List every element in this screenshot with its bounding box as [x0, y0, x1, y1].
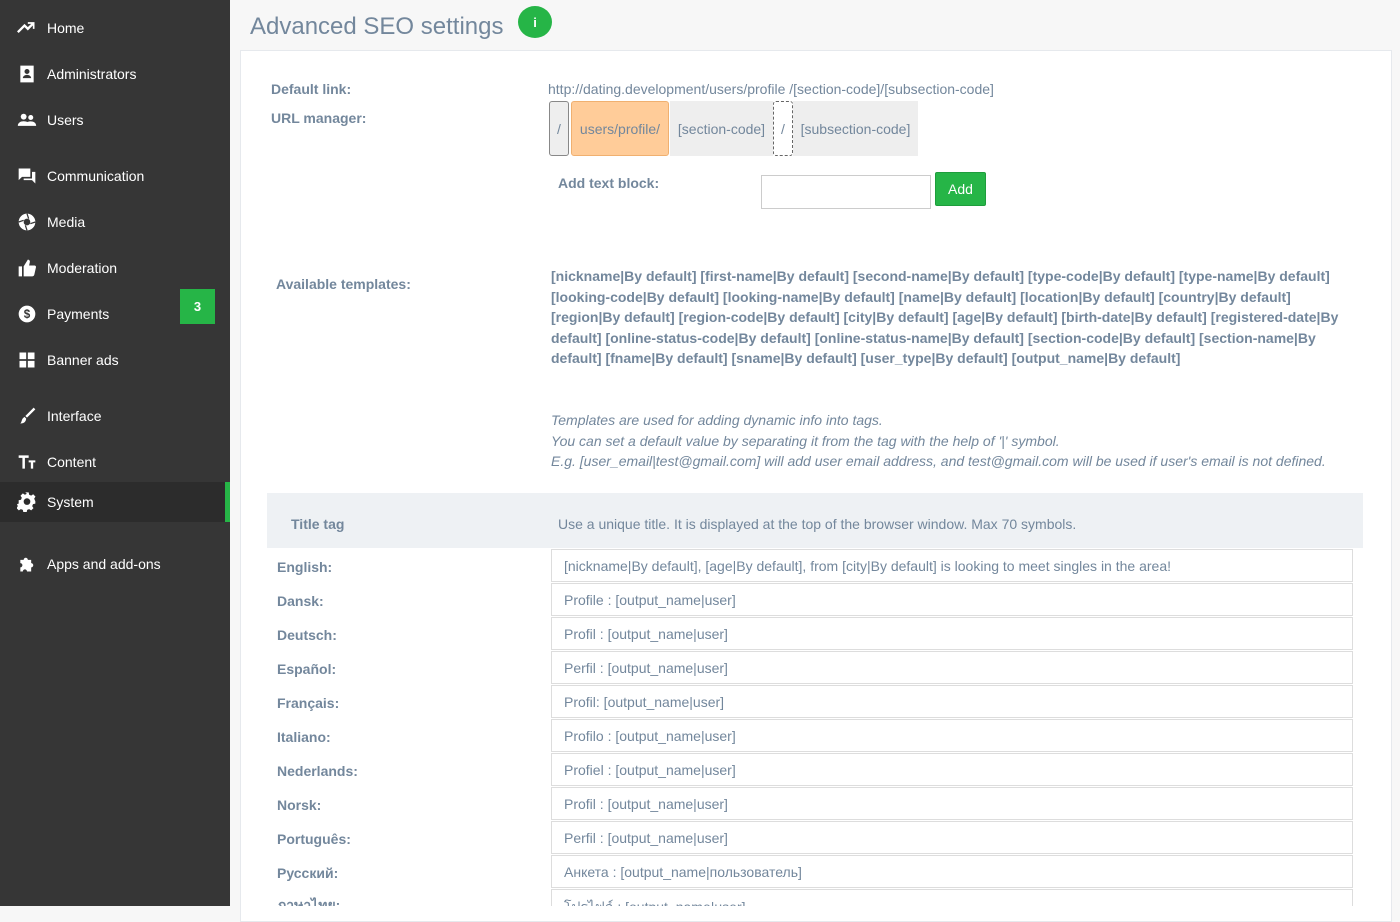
sidebar-item-label: Interface: [47, 408, 102, 424]
url-block-slash[interactable]: /: [549, 101, 569, 156]
lang-label-norsk: Norsk:: [277, 797, 322, 813]
sidebar-item-label: Home: [47, 20, 85, 36]
svg-text:$: $: [24, 308, 31, 321]
lang-label-russian: Русский:: [277, 865, 339, 881]
sidebar-item-system[interactable]: System: [0, 482, 230, 522]
add-text-block-input[interactable]: [761, 175, 931, 209]
title-input-russian[interactable]: Анкета : [output_name|пользователь]: [551, 855, 1353, 888]
sidebar-item-administrators[interactable]: Administrators: [0, 54, 230, 94]
lang-label-english: English:: [277, 559, 333, 575]
sidebar-item-label: Media: [47, 214, 86, 230]
info-icon[interactable]: i: [518, 6, 552, 38]
default-link-label: Default link:: [271, 81, 352, 97]
lang-label-nederlands: Nederlands:: [277, 763, 358, 779]
sidebar-item-moderation[interactable]: Moderation: [0, 248, 230, 288]
grid-icon: [16, 349, 38, 371]
sidebar-item-label: Apps and add-ons: [47, 556, 161, 572]
thumbs-up-icon: [16, 257, 38, 279]
lang-label-dansk: Dansk:: [277, 593, 324, 609]
url-block-slash-placeholder[interactable]: /: [773, 101, 793, 156]
lang-label-portugues: Português:: [277, 831, 351, 847]
sidebar-item-content[interactable]: Content: [0, 442, 230, 482]
sidebar-item-label: Administrators: [47, 66, 137, 82]
chat-icon: [16, 165, 38, 187]
default-link-value: http://dating.development/users/profile …: [548, 81, 994, 97]
sidebar-item-banner-ads[interactable]: Banner ads: [0, 340, 230, 380]
lang-label-espanol: Español:: [277, 661, 337, 677]
text-size-icon: [16, 451, 38, 473]
title-input-italiano[interactable]: Profilo : [output_name|user]: [551, 719, 1353, 752]
url-manager-label: URL manager:: [271, 110, 367, 126]
title-input-portugues[interactable]: Perfil : [output_name|user]: [551, 821, 1353, 854]
sidebar-item-media[interactable]: Media: [0, 202, 230, 242]
title-input-francais[interactable]: Profil: [output_name|user]: [551, 685, 1353, 718]
sidebar-item-label: Moderation: [47, 260, 118, 276]
sidebar-item-label: Banner ads: [47, 352, 119, 368]
sidebar-item-apps-and-add-ons[interactable]: Apps and add-ons: [0, 544, 230, 584]
sidebar-item-interface[interactable]: Interface: [0, 396, 230, 436]
users-icon: [16, 109, 38, 131]
title-input-norsk[interactable]: Profil : [output_name|user]: [551, 787, 1353, 820]
add-button[interactable]: Add: [935, 172, 986, 206]
contact-card-icon: [16, 63, 38, 85]
gear-icon: [16, 491, 38, 513]
sidebar-item-communication[interactable]: Communication: [0, 156, 230, 196]
brush-icon: [16, 405, 38, 427]
templates-help-line: E.g. [user_email|test@gmail.com] will ad…: [551, 453, 1326, 469]
available-templates-label: Available templates:: [276, 276, 411, 292]
title-input-deutsch[interactable]: Profil : [output_name|user]: [551, 617, 1353, 650]
title-tag-hint: Use a unique title. It is displayed at t…: [558, 516, 1077, 532]
url-block-users-profile[interactable]: users/profile/: [571, 101, 669, 156]
title-input-nederlands[interactable]: Profiel : [output_name|user]: [551, 753, 1353, 786]
add-text-block-label: Add text block:: [558, 175, 660, 191]
title-input-thai[interactable]: โปรไฟล์ : [output_name|user]: [551, 889, 1353, 906]
sidebar-item-label: System: [47, 494, 94, 510]
title-input-dansk[interactable]: Profile : [output_name|user]: [551, 583, 1353, 616]
trending-up-icon: [16, 17, 38, 39]
title-input-english[interactable]: [nickname|By default], [age|By default],…: [551, 549, 1353, 582]
templates-help-line: You can set a default value by separatin…: [551, 433, 1060, 449]
camera-aperture-icon: [16, 211, 38, 233]
title-input-espanol[interactable]: Perfil : [output_name|user]: [551, 651, 1353, 684]
payments-count-badge: 3: [180, 289, 215, 324]
dollar-icon: $: [16, 303, 38, 325]
lang-label-francais: Français:: [277, 695, 340, 711]
sidebar-item-label: Content: [47, 454, 97, 470]
lang-label-thai: ภาษาไทย:: [277, 897, 341, 906]
puzzle-icon: [16, 553, 38, 575]
url-block-subsection-code[interactable]: [subsection-code]: [793, 101, 918, 156]
sidebar-item-label: Payments: [47, 306, 110, 322]
sidebar: Home Administrators Users Communication …: [0, 0, 230, 906]
lang-label-italiano: Italiano:: [277, 729, 331, 745]
sidebar-item-home[interactable]: Home: [0, 8, 230, 48]
sidebar-item-label: Users: [47, 112, 84, 128]
title-tag-label: Title tag: [291, 516, 345, 532]
sidebar-item-label: Communication: [47, 168, 145, 184]
url-block-section-code[interactable]: [section-code]: [670, 101, 773, 156]
lang-label-deutsch: Deutsch:: [277, 627, 337, 643]
page-title: Advanced SEO settings: [250, 13, 504, 40]
available-templates-list: [nickname|By default] [first-name|By def…: [551, 268, 1339, 367]
templates-help-line: Templates are used for adding dynamic in…: [551, 412, 883, 428]
sidebar-item-users[interactable]: Users: [0, 100, 230, 140]
